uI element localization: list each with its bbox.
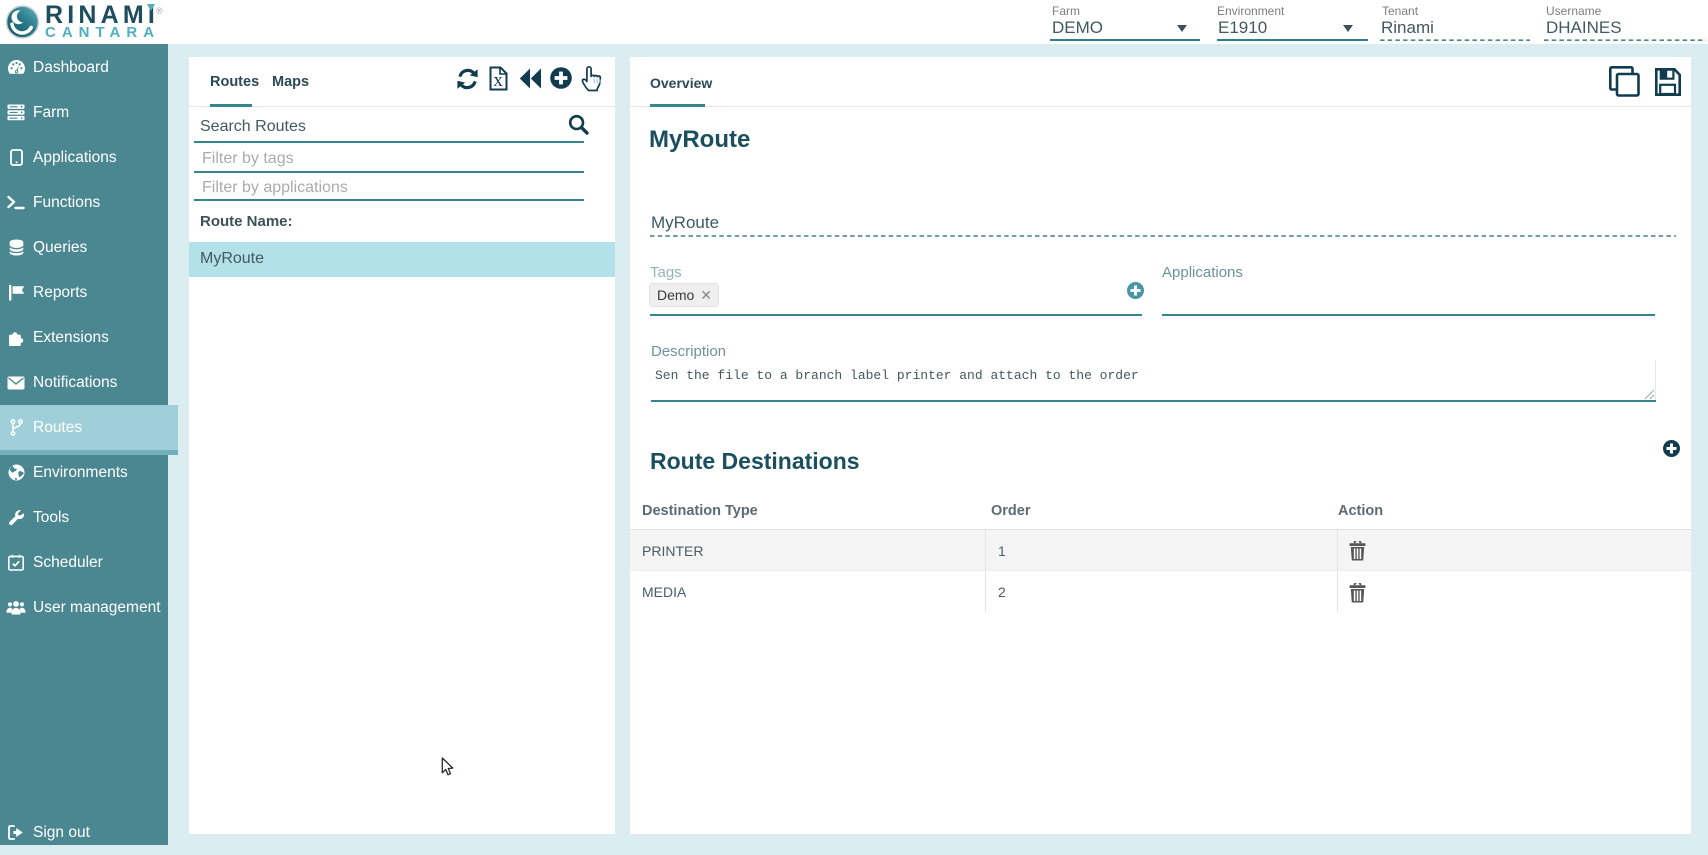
svg-text:x: x (493, 70, 503, 91)
